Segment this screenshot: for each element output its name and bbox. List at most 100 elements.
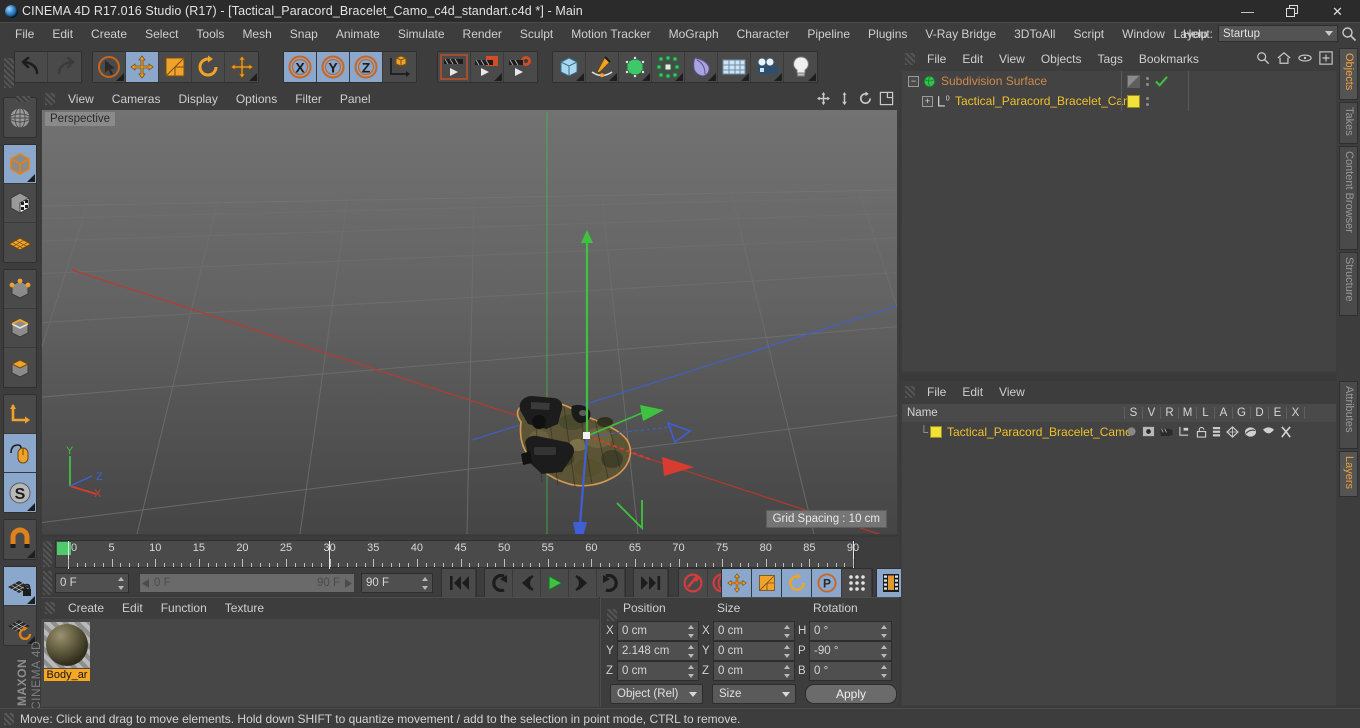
animation-icon[interactable]	[1212, 426, 1221, 438]
viewport-grip[interactable]	[45, 93, 55, 105]
make-editable-button[interactable]	[4, 98, 36, 137]
tab-attributes[interactable]: Attributes	[1339, 381, 1358, 449]
xpresso-icon[interactable]	[1280, 425, 1292, 438]
go-to-previous-key-button[interactable]	[485, 569, 513, 597]
param-key-button[interactable]: P	[812, 569, 842, 597]
object-manager-grip[interactable]	[905, 53, 915, 65]
lock-z-axis-button[interactable]: Z	[350, 52, 383, 82]
snap-magnet-button[interactable]	[4, 520, 36, 559]
deformer-icon[interactable]	[1244, 426, 1257, 438]
menu-script[interactable]: Script	[1064, 23, 1113, 45]
size-mode-dropdown[interactable]: Size	[712, 684, 796, 704]
status-bar-grip[interactable]	[4, 712, 14, 725]
size-x-spinner[interactable]	[784, 625, 791, 638]
column-header-s[interactable]: S	[1125, 407, 1143, 419]
layout-dropdown[interactable]: Startup	[1218, 25, 1338, 42]
viewport-menu-filter[interactable]: Filter	[286, 92, 331, 106]
add-array-button[interactable]	[652, 52, 685, 82]
object-tree-tagcol-1[interactable]	[1121, 71, 1189, 91]
soft-selection-button[interactable]: S	[4, 473, 36, 512]
add-camera-button[interactable]	[751, 52, 784, 82]
material-menu-function[interactable]: Function	[152, 601, 216, 615]
dot-toggles[interactable]	[1146, 96, 1149, 106]
home-icon[interactable]	[1277, 51, 1291, 65]
table-row-toggles[interactable]	[1126, 425, 1292, 438]
object-menu-view[interactable]: View	[991, 52, 1033, 66]
viewport-menu-panel[interactable]: Panel	[331, 92, 380, 106]
tab-layers[interactable]: Layers	[1339, 451, 1358, 497]
rotate-tool[interactable]	[192, 52, 225, 82]
column-header-a[interactable]: A	[1215, 407, 1233, 419]
edges-mode-button[interactable]	[4, 309, 36, 348]
rotation-p-spinner[interactable]	[881, 645, 888, 658]
column-header-m[interactable]: M	[1179, 407, 1197, 419]
menu-file[interactable]: File	[6, 23, 43, 45]
rotation-h-field[interactable]: 0 °	[809, 621, 892, 641]
lock-x-axis-button[interactable]: X	[284, 52, 317, 82]
attribute-menu-view[interactable]: View	[991, 385, 1033, 399]
move-tool[interactable]	[126, 52, 159, 82]
timeline-ruler[interactable]: 0 5 10 15 20 25 30 35 40 45 50 55 60 65 70 75 80 85 90	[55, 540, 859, 569]
eye-icon[interactable]	[1298, 51, 1312, 65]
lock-y-axis-button[interactable]: Y	[317, 52, 350, 82]
menu-tools[interactable]: Tools	[187, 23, 233, 45]
object-menu-edit[interactable]: Edit	[954, 52, 991, 66]
material-tag-icon[interactable]	[1127, 94, 1140, 108]
go-to-next-key-button[interactable]	[597, 569, 625, 597]
menu-vray-bridge[interactable]: V-Ray Bridge	[916, 23, 1005, 45]
pan-icon[interactable]	[816, 91, 831, 106]
object-menu-tags[interactable]: Tags	[1090, 52, 1131, 66]
add-scene-object-button[interactable]	[718, 52, 751, 82]
current-frame-spinner[interactable]	[118, 577, 125, 590]
object-tree-row-subdivision-surface[interactable]: − Subdivision Surface	[902, 71, 1336, 91]
search-icon[interactable]	[1256, 51, 1270, 65]
max-frame-field[interactable]: 90 F	[361, 573, 433, 593]
material-menu-texture[interactable]: Texture	[216, 601, 273, 615]
polygons-mode-button[interactable]	[4, 348, 36, 387]
toolbar-grip[interactable]	[4, 58, 14, 88]
undo-button[interactable]	[15, 52, 48, 82]
position-x-spinner[interactable]	[688, 625, 695, 638]
material-list[interactable]: Body_ar	[41, 619, 599, 707]
object-tree[interactable]: − Subdivision Surface + 0 Tactical_Parac…	[902, 71, 1336, 371]
material-menu-edit[interactable]: Edit	[113, 601, 152, 615]
expander-icon[interactable]: +	[922, 95, 933, 107]
close-button[interactable]: ✕	[1315, 0, 1360, 23]
go-to-start-button[interactable]	[442, 569, 476, 597]
new-tab-icon[interactable]	[1319, 51, 1333, 65]
viewport-menu-cameras[interactable]: Cameras	[103, 92, 170, 106]
max-frame-spinner[interactable]	[422, 577, 429, 590]
position-x-field[interactable]: 0 cm	[617, 621, 699, 641]
menu-motion-tracker[interactable]: Motion Tracker	[562, 23, 659, 45]
material-menu-create[interactable]: Create	[59, 601, 113, 615]
maximize-button[interactable]	[1270, 0, 1315, 23]
viewport-menu-display[interactable]: Display	[169, 92, 226, 106]
rotation-key-button[interactable]	[782, 569, 812, 597]
range-left-icon[interactable]	[142, 578, 151, 588]
pla-key-button[interactable]	[842, 569, 872, 597]
column-header-r[interactable]: R	[1161, 407, 1179, 419]
menu-window[interactable]: Window	[1113, 23, 1174, 45]
object-menu-file[interactable]: File	[919, 52, 954, 66]
transform-tool[interactable]	[225, 52, 258, 82]
viewport-3d[interactable]: Perspective Y Z X Grid Spacing : 10 cm	[42, 110, 897, 534]
object-menu-objects[interactable]: Objects	[1033, 52, 1090, 66]
points-mode-button[interactable]	[4, 270, 36, 309]
size-y-field[interactable]: 0 cm	[713, 641, 795, 661]
add-generator-button[interactable]	[619, 52, 652, 82]
column-header-name[interactable]: Name	[902, 407, 1125, 419]
position-y-spinner[interactable]	[688, 645, 695, 658]
visibility-icon[interactable]	[1142, 426, 1155, 437]
column-header-l[interactable]: L	[1197, 407, 1215, 419]
add-spline-button[interactable]	[586, 52, 619, 82]
scale-tool[interactable]	[159, 52, 192, 82]
coordinate-mode-dropdown[interactable]: Object (Rel)	[610, 684, 703, 704]
menu-animate[interactable]: Animate	[327, 23, 389, 45]
material-name-label[interactable]: Body_ar	[44, 669, 90, 681]
size-y-spinner[interactable]	[784, 645, 791, 658]
timeline-grip[interactable]	[43, 541, 52, 567]
size-z-field[interactable]: 0 cm	[713, 661, 795, 681]
menu-create[interactable]: Create	[82, 23, 136, 45]
column-header-x[interactable]: X	[1287, 407, 1305, 419]
minimize-button[interactable]: —	[1225, 0, 1270, 23]
